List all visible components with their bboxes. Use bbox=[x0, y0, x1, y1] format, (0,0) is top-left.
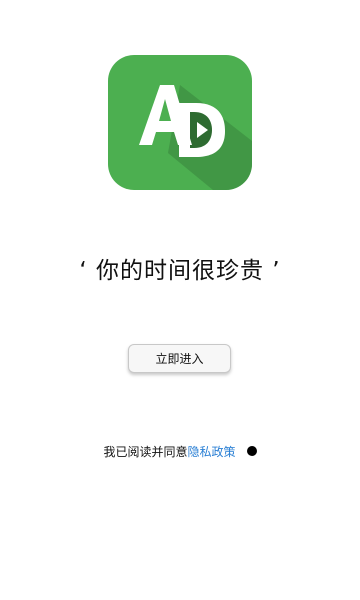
privacy-agreement-row: 我已阅读并同意 隐私政策 bbox=[0, 440, 360, 462]
app-logo-icon bbox=[108, 55, 252, 190]
enter-now-button[interactable]: 立即进入 bbox=[128, 344, 231, 373]
agreement-prefix-text: 我已阅读并同意 bbox=[103, 444, 188, 459]
agreement-radio-checked[interactable] bbox=[246, 446, 257, 456]
privacy-policy-link[interactable]: 隐私政策 bbox=[188, 443, 236, 460]
slogan-text: ‘ 你的时间很珍贵 ’ bbox=[79, 258, 281, 284]
